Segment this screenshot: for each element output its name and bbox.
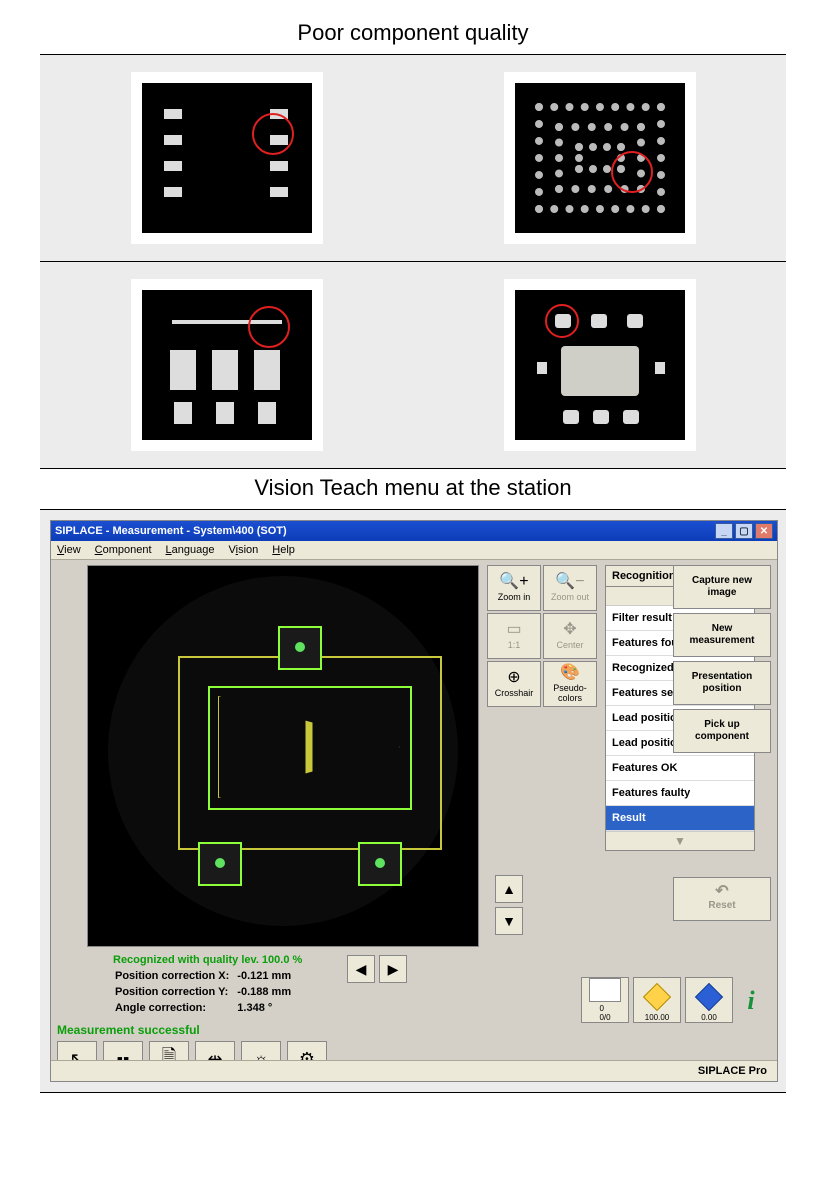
section-title-1: Poor component quality bbox=[40, 20, 786, 46]
crosshair-icon: ⊕ bbox=[507, 670, 520, 686]
window-title: SIPLACE - Measurement - System\400 (SOT) bbox=[55, 525, 287, 537]
quality-line: Recognized with quality lev. 100.0 % bbox=[113, 953, 302, 967]
reset-button[interactable]: ↶ Reset bbox=[673, 877, 771, 921]
info-icon: i bbox=[747, 986, 754, 1016]
zoom-in-icon: 🔍+ bbox=[499, 574, 528, 590]
menu-vision[interactable]: Vision bbox=[229, 544, 259, 556]
measurement-readout: Recognized with quality lev. 100.0 % Pos… bbox=[113, 953, 302, 1017]
crosshair-button[interactable]: ⊕Crosshair bbox=[487, 661, 541, 707]
window-titlebar: SIPLACE - Measurement - System\400 (SOT)… bbox=[51, 521, 777, 541]
one-to-one-button[interactable]: ▭1:1 bbox=[487, 613, 541, 659]
vertical-nav: ▲ ▼ bbox=[495, 875, 523, 935]
menu-help[interactable]: Help bbox=[272, 544, 295, 556]
defect-image-3 bbox=[132, 280, 322, 450]
undo-icon: ↶ bbox=[715, 886, 728, 898]
palette-icon: 🎨 bbox=[560, 665, 580, 681]
yellow-diamond-widget[interactable]: 100.00 bbox=[633, 977, 681, 1023]
menu-bar: View Component Language Vision Help bbox=[51, 541, 777, 560]
poor-quality-row-2 bbox=[40, 262, 786, 469]
maximize-button[interactable]: ▢ bbox=[735, 523, 753, 539]
view-tools: 🔍+Zoom in 🔍−Zoom out ▭1:1 ✥Center ⊕Cross… bbox=[487, 565, 597, 707]
capture-new-image-button[interactable]: Capture new image bbox=[673, 565, 771, 609]
defect-circle-icon bbox=[252, 113, 294, 155]
zoom-out-button[interactable]: 🔍−Zoom out bbox=[543, 565, 597, 611]
menu-component[interactable]: Component bbox=[95, 544, 152, 556]
defect-image-1 bbox=[132, 73, 322, 243]
pseudo-colors-button[interactable]: 🎨Pseudo- colors bbox=[543, 661, 597, 707]
menu-language[interactable]: Language bbox=[166, 544, 215, 556]
camera-viewport bbox=[87, 565, 479, 947]
center-button[interactable]: ✥Center bbox=[543, 613, 597, 659]
nav-prev-button[interactable]: ◀ bbox=[347, 955, 375, 983]
status-bar: SIPLACE Pro bbox=[51, 1060, 777, 1081]
minimize-button[interactable]: _ bbox=[715, 523, 733, 539]
center-icon: ✥ bbox=[563, 622, 576, 638]
presentation-position-button[interactable]: Presentation position bbox=[673, 661, 771, 705]
nav-down-button[interactable]: ▼ bbox=[495, 907, 523, 935]
defect-circle-icon bbox=[248, 306, 290, 348]
blue-diamond-widget[interactable]: 0.00 bbox=[685, 977, 733, 1023]
status-bar-text: SIPLACE Pro bbox=[698, 1065, 767, 1077]
diamond-blue-icon bbox=[695, 983, 723, 1011]
horizontal-nav: ◀ ▶ bbox=[347, 955, 407, 983]
zoom-in-button[interactable]: 🔍+Zoom in bbox=[487, 565, 541, 611]
counter-widget[interactable]: 0 0/0 bbox=[581, 977, 629, 1023]
nav-up-button[interactable]: ▲ bbox=[495, 875, 523, 903]
nav-next-button[interactable]: ▶ bbox=[379, 955, 407, 983]
new-measurement-button[interactable]: New measurement bbox=[673, 613, 771, 657]
section-title-2: Vision Teach menu at the station bbox=[40, 475, 786, 501]
measurement-status: Measurement successful bbox=[57, 1023, 200, 1037]
bottom-widgets: 0 0/0 100.00 0.00 i bbox=[581, 977, 765, 1023]
menu-view[interactable]: View bbox=[57, 544, 81, 556]
action-buttons: Capture new image New measurement Presen… bbox=[673, 565, 771, 921]
pick-up-component-button[interactable]: Pick up component bbox=[673, 709, 771, 753]
zoom-out-icon: 🔍− bbox=[555, 574, 584, 590]
defect-image-4 bbox=[505, 280, 695, 450]
defect-circle-icon bbox=[611, 151, 653, 193]
defect-image-2 bbox=[505, 73, 695, 243]
info-button[interactable]: i bbox=[737, 979, 765, 1023]
poor-quality-row-1 bbox=[40, 54, 786, 262]
diamond-yellow-icon bbox=[643, 983, 671, 1011]
one-to-one-icon: ▭ bbox=[506, 622, 521, 638]
close-button[interactable]: ✕ bbox=[755, 523, 773, 539]
defect-circle-icon bbox=[545, 304, 579, 338]
vision-teach-window: SIPLACE - Measurement - System\400 (SOT)… bbox=[50, 520, 778, 1082]
